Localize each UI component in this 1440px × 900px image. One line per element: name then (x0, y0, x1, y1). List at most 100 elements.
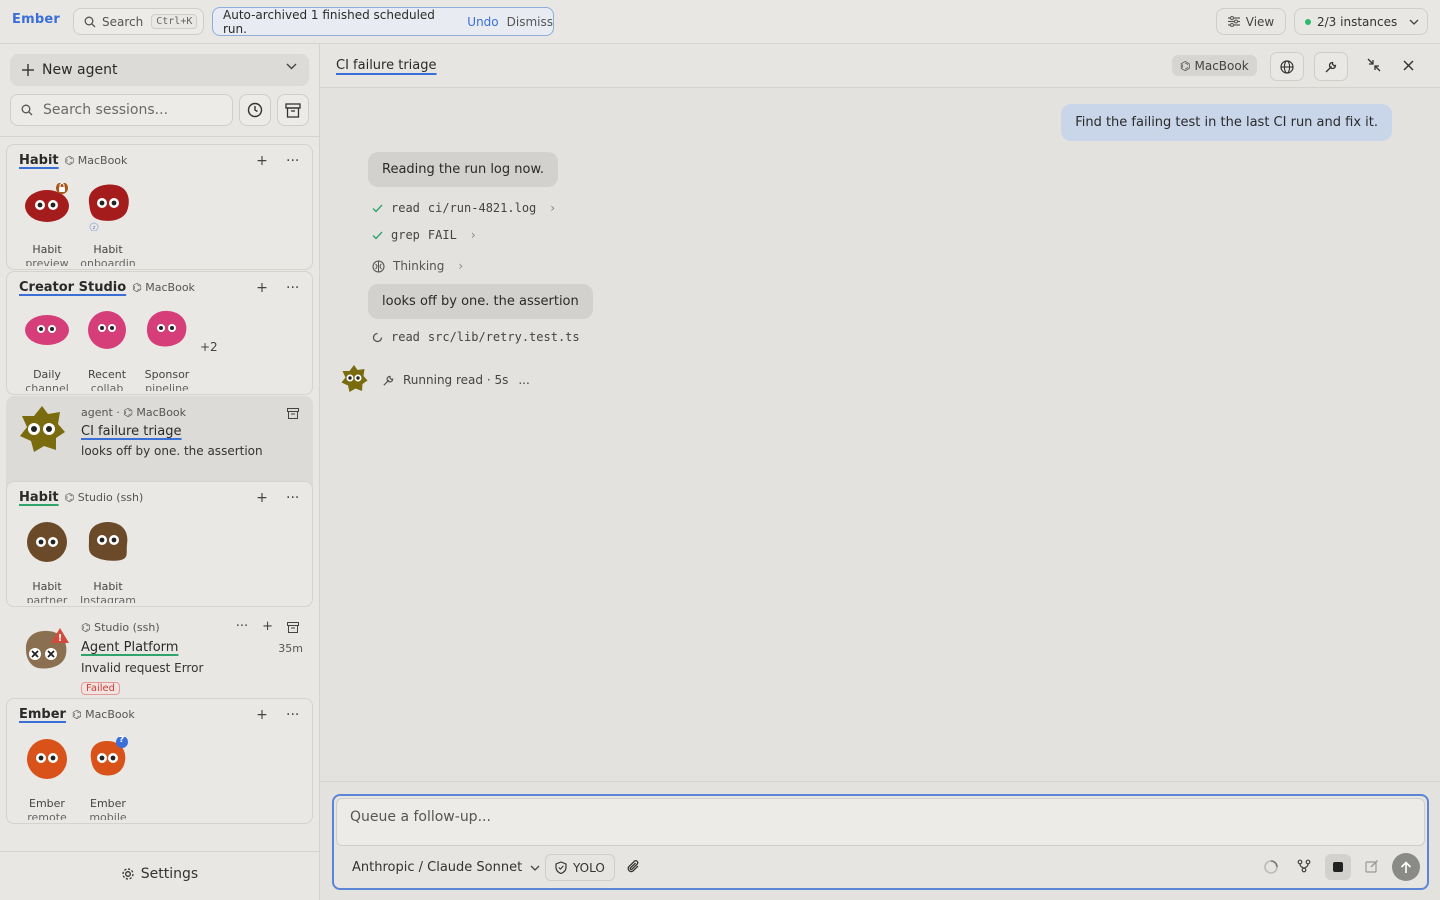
tools-button[interactable] (1314, 52, 1348, 81)
agent-tile[interactable]: Sponsor pipeline (137, 308, 197, 391)
follow-up-input[interactable]: Queue a follow-up... (336, 798, 1425, 846)
tool-argument: src/lib/retry.test.ts (427, 330, 580, 344)
history-button[interactable] (239, 94, 271, 126)
divider (0, 851, 319, 852)
settings-button[interactable]: Settings (0, 866, 319, 882)
add-agent-button[interactable]: + (256, 280, 268, 296)
star-blob-avatar-icon (20, 406, 65, 452)
agent-message: Reading the run log now. (368, 152, 559, 187)
collapse-icon[interactable] (1367, 58, 1381, 72)
add-agent-button[interactable]: + (256, 153, 268, 169)
error-blob-avatar-icon: ! (25, 628, 69, 669)
paperclip-icon[interactable] (627, 859, 641, 875)
brain-icon (372, 259, 385, 273)
archive-icon[interactable] (287, 622, 299, 633)
add-agent-button[interactable]: + (256, 490, 268, 506)
agent-name: Ember (29, 797, 65, 810)
more-options-button[interactable]: ··· (286, 280, 299, 296)
session-search-input[interactable]: Search sessions... (10, 94, 233, 126)
toast-dismiss-button[interactable]: Dismiss (507, 15, 553, 29)
agent-tile[interactable]: Habit Instagram (78, 520, 138, 603)
agent-message: looks off by one. the assertion (368, 284, 593, 319)
main-panel: CI failure triage ⌬ MacBook Find the fai… (320, 44, 1440, 900)
archive-button[interactable] (277, 94, 309, 126)
agent-tile[interactable]: Recent collab (77, 308, 137, 391)
gear-icon (122, 868, 134, 880)
check-icon (372, 231, 383, 240)
machine-name: MacBook (1194, 58, 1249, 73)
plus-icon (22, 64, 34, 76)
session-actions: ··· + (236, 619, 299, 634)
settings-label: Settings (140, 866, 199, 882)
more-options-button[interactable]: ··· (286, 707, 299, 723)
divider (320, 781, 1440, 782)
agent-tile[interactable]: z Habit onboardin (78, 183, 138, 266)
agent-subtitle: partner (26, 594, 68, 603)
send-button[interactable] (1392, 853, 1420, 881)
edit-icon[interactable] (1365, 859, 1379, 873)
add-button[interactable]: + (262, 619, 273, 634)
chevron-down-icon[interactable] (286, 63, 297, 70)
machine-label: ⌬ Studio (ssh) (64, 491, 144, 504)
agent-name: Daily (33, 368, 61, 381)
chevron-down-icon (1409, 19, 1419, 25)
agent-tile[interactable]: Habit preview (17, 183, 77, 266)
agent-name: Habit (32, 243, 62, 256)
permission-mode-label: YOLO (573, 860, 605, 875)
agent-name: Sponsor (144, 368, 190, 381)
group-title[interactable]: Habit (19, 153, 59, 168)
group-header: Creator Studio ⌬ MacBook (19, 280, 195, 295)
tool-call-row[interactable]: read src/lib/retry.test.ts (372, 330, 580, 344)
agent-subtitle: Instagram (80, 594, 136, 603)
tool-call-row[interactable]: read ci/run-4821.log › (372, 201, 555, 215)
machine-label: ⌬ MacBook (132, 281, 195, 294)
session-title[interactable]: CI failure triage (336, 58, 437, 73)
sliders-icon (1227, 16, 1240, 27)
shield-icon (555, 861, 567, 874)
group-title[interactable]: Habit (19, 490, 59, 505)
agent-subtitle: collab (90, 382, 124, 391)
blob-avatar-icon (88, 311, 126, 349)
app-brand[interactable]: Ember (12, 12, 60, 27)
view-button[interactable]: View (1216, 8, 1286, 35)
more-options-button[interactable]: ··· (286, 153, 299, 169)
toast-undo-button[interactable]: Undo (467, 15, 498, 29)
agent-tile[interactable]: Ember remote (17, 737, 77, 820)
archive-icon[interactable] (287, 408, 299, 419)
agent-name: Habit (93, 243, 123, 256)
close-icon[interactable] (1403, 60, 1414, 71)
group-title[interactable]: Ember (19, 707, 66, 722)
add-agent-button[interactable]: + (256, 707, 268, 723)
tool-call-row[interactable]: grep FAIL › (372, 228, 476, 242)
session-title[interactable]: CI failure triage (81, 424, 182, 439)
model-label: Anthropic / Claude Sonnet (352, 860, 523, 875)
thinking-row[interactable]: Thinking › (372, 259, 463, 273)
divider (0, 136, 319, 137)
instances-dropdown[interactable]: 2/3 instances (1294, 8, 1428, 35)
agent-tile[interactable]: ? Ember mobile (78, 735, 138, 820)
agent-avatar (24, 520, 70, 562)
new-agent-button[interactable]: New agent (10, 54, 309, 86)
wrench-icon (383, 375, 394, 386)
global-search-button[interactable]: Search Ctrl+K (73, 8, 204, 35)
chevron-right-icon: › (550, 201, 556, 215)
agent-tile[interactable]: Daily channel (17, 308, 77, 391)
model-selector[interactable]: Anthropic / Claude Sonnet (352, 860, 540, 875)
machine-label: ⌬ MacBook (64, 154, 128, 167)
more-agents-count[interactable]: +2 (200, 340, 218, 354)
agent-name: Habit (93, 580, 123, 593)
permission-mode-button[interactable]: YOLO (545, 854, 615, 881)
more-options-button[interactable]: ··· (236, 619, 248, 634)
session-title[interactable]: Agent Platform (81, 640, 178, 655)
branch-icon[interactable] (1297, 859, 1311, 873)
web-access-button[interactable] (1270, 52, 1304, 81)
agent-tile[interactable]: Habit partner (17, 520, 77, 603)
machine-name: MacBook (77, 154, 128, 167)
svg-text:!: ! (58, 633, 63, 644)
project-group-creator-studio: Creator Studio ⌬ MacBook + ··· Daily cha… (6, 271, 313, 395)
notification-toast: Auto-archived 1 finished scheduled run. … (212, 7, 554, 36)
more-options-button[interactable]: ··· (286, 490, 299, 506)
group-title[interactable]: Creator Studio (19, 280, 126, 295)
stop-button[interactable] (1325, 854, 1351, 880)
agent-name: Recent (87, 368, 127, 381)
